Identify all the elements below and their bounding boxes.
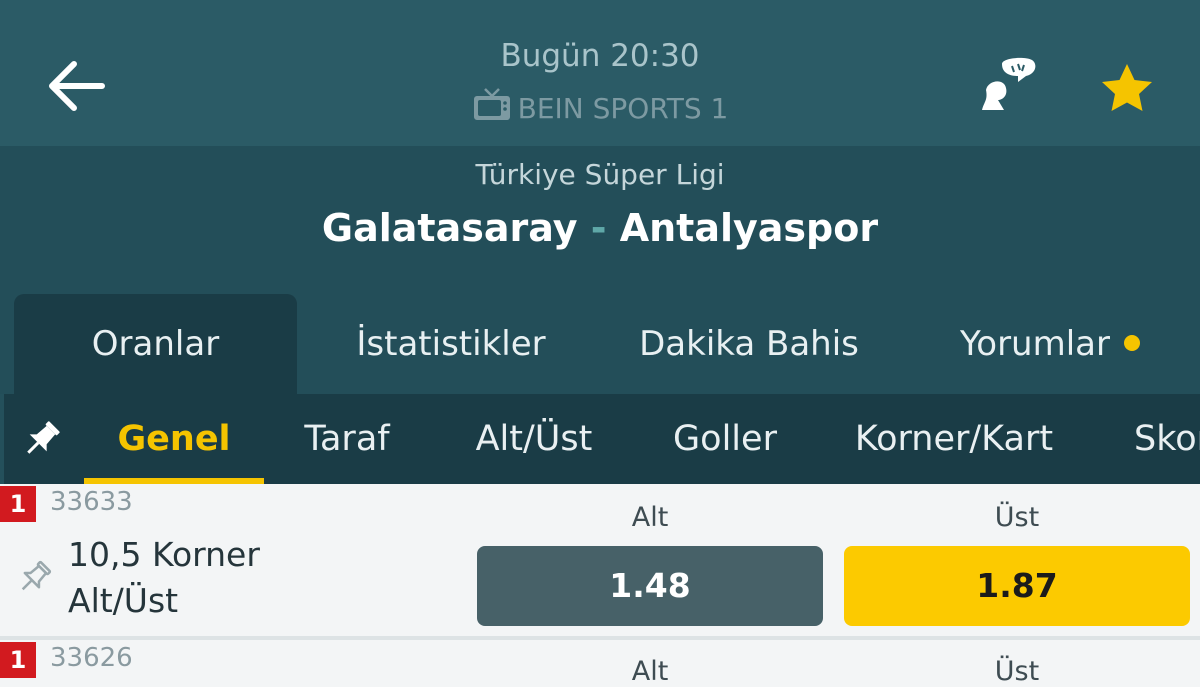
market-code: 33626 bbox=[50, 643, 133, 673]
tab-oranlar[interactable]: Oranlar bbox=[14, 294, 297, 394]
subtab-skor[interactable]: Skor bbox=[1134, 394, 1200, 484]
odds-label-alt: Alt bbox=[631, 656, 669, 687]
team-separator: - bbox=[590, 206, 607, 250]
match-teams: Galatasaray - Antalyaspor bbox=[0, 206, 1200, 250]
tab-istatistikler[interactable]: İstatistikler bbox=[305, 294, 597, 394]
tab-yorumlar[interactable]: Yorumlar bbox=[910, 294, 1190, 394]
comments-button[interactable] bbox=[974, 56, 1044, 116]
away-team: Antalyaspor bbox=[619, 206, 879, 250]
market-title-line2: Alt/Üst bbox=[68, 581, 179, 620]
odd-alt-button[interactable]: 1.48 bbox=[477, 546, 823, 626]
match-count-badge: 1 bbox=[0, 642, 36, 678]
pin-outline-icon bbox=[21, 560, 52, 591]
subnav-edge bbox=[0, 394, 4, 484]
odds-label-ust: Üst bbox=[994, 502, 1040, 533]
star-icon bbox=[1102, 64, 1152, 111]
subtab-genel[interactable]: Genel bbox=[84, 394, 264, 484]
subtab-goller[interactable]: Goller bbox=[650, 394, 800, 484]
pinned-filter-button[interactable] bbox=[18, 417, 64, 463]
odds-label-ust: Üst bbox=[994, 656, 1040, 687]
tab-dakika-bahis[interactable]: Dakika Bahis bbox=[600, 294, 898, 394]
tv-icon bbox=[472, 86, 512, 131]
odds-label-alt: Alt bbox=[631, 502, 669, 533]
league-name: Türkiye Süper Ligi bbox=[475, 158, 725, 191]
favorite-button[interactable] bbox=[1096, 58, 1158, 120]
subtab-alt-ust[interactable]: Alt/Üst bbox=[446, 394, 622, 484]
subtab-taraf[interactable]: Taraf bbox=[272, 394, 422, 484]
market-code: 33633 bbox=[50, 487, 133, 517]
pin-icon bbox=[27, 421, 60, 454]
tab-yorumlar-label: Yorumlar bbox=[960, 324, 1110, 364]
odd-ust-button[interactable]: 1.87 bbox=[844, 546, 1190, 626]
speech-person-icon bbox=[982, 57, 1036, 110]
pin-market-button[interactable] bbox=[14, 558, 54, 598]
home-team: Galatasaray bbox=[321, 206, 578, 250]
subtab-korner-kart[interactable]: Korner/Kart bbox=[836, 394, 1072, 484]
match-count-badge: 1 bbox=[0, 486, 36, 522]
market-title-line1: 10,5 Korner bbox=[68, 535, 260, 574]
market-title: 10,5 Korner Alt/Üst bbox=[68, 532, 260, 624]
channel-name: BEIN SPORTS 1 bbox=[517, 92, 729, 125]
notification-dot bbox=[1123, 335, 1140, 351]
